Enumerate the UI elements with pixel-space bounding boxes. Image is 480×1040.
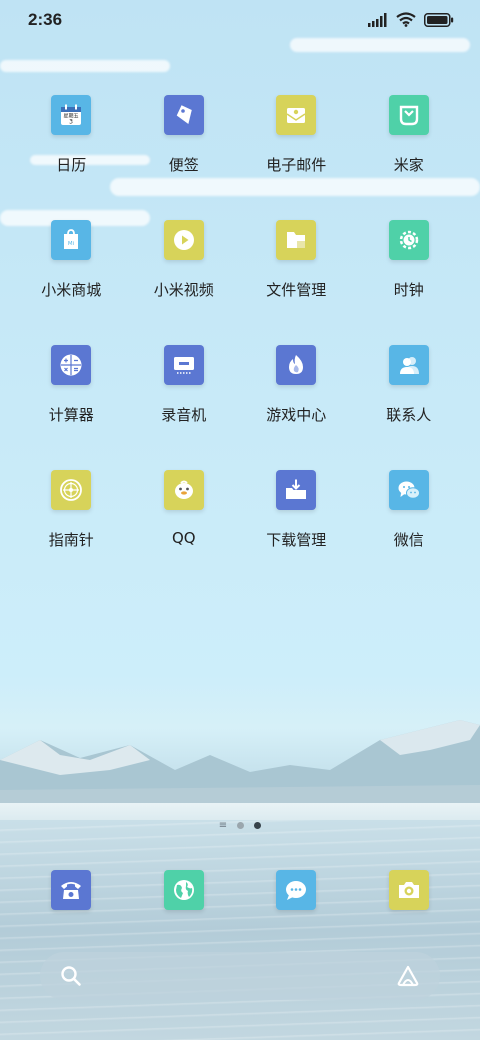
- video-play-icon: [163, 220, 204, 260]
- app-mi-video[interactable]: 小米视频: [128, 220, 241, 345]
- app-game-center[interactable]: 游戏中心: [240, 345, 353, 470]
- app-download-manager[interactable]: 下载管理: [240, 470, 353, 595]
- dock-phone[interactable]: [15, 870, 128, 930]
- wechat-icon: [388, 470, 429, 510]
- dock-camera[interactable]: [353, 870, 466, 930]
- status-time: 2:36: [28, 10, 63, 29]
- sea: [0, 820, 480, 1040]
- dock: [15, 870, 465, 930]
- wifi-icon: [396, 12, 416, 27]
- cloud: [0, 60, 170, 72]
- app-clock[interactable]: 时钟: [353, 220, 466, 345]
- battery-icon: [424, 12, 454, 27]
- download-icon: [276, 470, 317, 510]
- app-label: 微信: [393, 531, 424, 549]
- app-mijia[interactable]: 米家: [353, 95, 466, 220]
- mi-store-icon: Mi: [51, 220, 92, 260]
- app-file-manager[interactable]: 文件管理: [240, 220, 353, 345]
- app-label: 小米视频: [153, 281, 214, 299]
- app-label: 文件管理: [266, 281, 327, 299]
- app-label: 米家: [393, 156, 424, 174]
- svg-text:3: 3: [69, 119, 73, 126]
- app-label: 计算器: [48, 406, 94, 424]
- app-compass[interactable]: 指南针: [15, 470, 128, 595]
- qq-penguin-icon: [163, 470, 204, 510]
- app-grid: 星期五 3 日历 便签 电子邮件 米家 Mi 小米商城 小米视频 文件管理 时钟…: [15, 95, 465, 595]
- notes-icon: [163, 95, 204, 135]
- camera-icon: [388, 870, 429, 910]
- browser-globe-icon: [163, 870, 204, 910]
- svg-text:Mi: Mi: [68, 241, 75, 247]
- app-label: QQ: [171, 529, 196, 547]
- messages-icon: [276, 870, 317, 910]
- game-center-icon: [276, 345, 317, 385]
- app-label: 指南针: [48, 531, 94, 549]
- app-mi-store[interactable]: Mi 小米商城: [15, 220, 128, 345]
- contacts-icon: [388, 345, 429, 385]
- phone-icon: [51, 870, 92, 910]
- folder-icon: [276, 220, 317, 260]
- all-apps-menu-icon[interactable]: ≡: [219, 821, 227, 831]
- app-label: 便签: [168, 156, 199, 174]
- app-notes[interactable]: 便签: [128, 95, 241, 220]
- status-bar: 2:36: [0, 0, 480, 40]
- app-recorder[interactable]: 录音机: [128, 345, 241, 470]
- dock-messages[interactable]: [240, 870, 353, 930]
- search-icon[interactable]: [60, 965, 82, 987]
- page-dot[interactable]: [237, 822, 245, 829]
- app-email[interactable]: 电子邮件: [240, 95, 353, 220]
- app-label: 游戏中心: [266, 406, 327, 424]
- clock-icon: [388, 220, 429, 260]
- dock-browser[interactable]: [128, 870, 241, 930]
- app-calculator[interactable]: 计算器: [15, 345, 128, 470]
- app-qq[interactable]: QQ: [128, 470, 241, 595]
- app-contacts[interactable]: 联系人: [353, 345, 466, 470]
- calculator-icon: [51, 345, 92, 385]
- compass-icon: [51, 470, 92, 510]
- app-label: 时钟: [393, 281, 424, 299]
- app-label: 小米商城: [41, 281, 102, 299]
- email-icon: [276, 95, 317, 135]
- recorder-icon: [163, 345, 204, 385]
- app-label: 录音机: [161, 406, 207, 424]
- assistant-icon[interactable]: [396, 965, 420, 987]
- page-dot-active[interactable]: [254, 822, 262, 829]
- app-label: 下载管理: [266, 531, 327, 549]
- page-indicator: ≡: [0, 821, 480, 831]
- app-calendar[interactable]: 星期五 3 日历: [15, 95, 128, 220]
- app-label: 电子邮件: [266, 156, 327, 174]
- signal-icon: [368, 12, 387, 27]
- app-label: 联系人: [386, 406, 432, 424]
- app-label: 日历: [56, 156, 87, 174]
- search-bar[interactable]: [40, 952, 440, 1000]
- app-wechat[interactable]: 微信: [353, 470, 466, 595]
- mijia-icon: [388, 95, 429, 135]
- calendar-icon: 星期五 3: [51, 95, 92, 135]
- cloud: [290, 38, 470, 52]
